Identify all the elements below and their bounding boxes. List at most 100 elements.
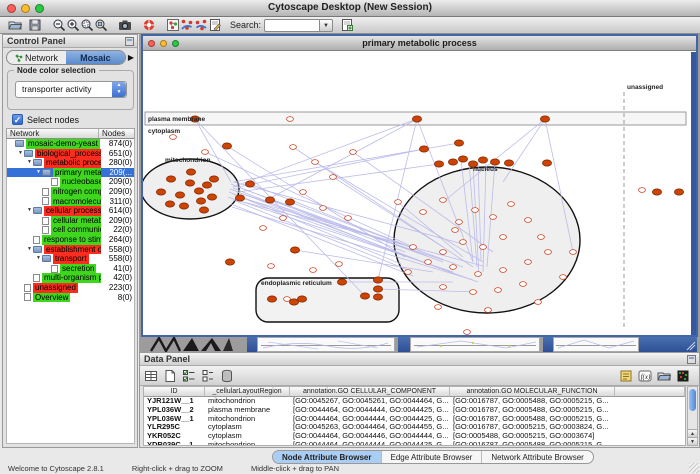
label-note-icon[interactable] — [619, 369, 633, 383]
status-bar: Welcome to Cytoscape 2.8.1 Right-click +… — [8, 464, 365, 473]
background-window-edge[interactable] — [543, 337, 553, 352]
tree-row[interactable]: ▼establishment of lo558(0) — [7, 245, 134, 255]
tree-row-label: cell communicat — [51, 225, 101, 235]
expander-icon[interactable]: ▼ — [35, 168, 42, 178]
column-header[interactable]: _cellularLayoutRegion — [205, 387, 290, 397]
tree-row[interactable]: mosaic-demo-yeast874(0) — [7, 139, 134, 149]
search-input[interactable] — [264, 19, 320, 32]
more-tabs-icon[interactable]: ▶ — [128, 53, 134, 62]
tree-row[interactable]: nucleobase-209(0) — [7, 177, 134, 187]
table-row[interactable]: YLR295Ccytoplasm[GO:0045263, GO:0044464,… — [144, 423, 685, 432]
expander-icon[interactable]: ▼ — [17, 149, 24, 159]
tree-row[interactable]: response to stimul264(0) — [7, 235, 134, 245]
zoom-fit-content-icon[interactable] — [94, 18, 108, 32]
table-cell: [GO:0016787, GO:0005215, GO:0003824, G..… — [450, 423, 615, 432]
expander-icon[interactable]: ▼ — [35, 254, 42, 264]
file-icon — [42, 217, 49, 225]
tab-network[interactable]: Network — [7, 51, 66, 64]
create-new-attribute-icon[interactable] — [163, 369, 177, 383]
app-titlebar[interactable]: Cytoscape Desktop (New Session) — [0, 0, 700, 17]
scrollbar-thumb[interactable] — [689, 389, 696, 411]
import-attributes-folder-icon[interactable] — [657, 369, 671, 383]
status-welcome: Welcome to Cytoscape 2.8.1 — [8, 464, 104, 473]
float-panel-icon[interactable] — [125, 37, 134, 46]
file-icon — [33, 236, 40, 244]
background-window-edge[interactable] — [639, 337, 697, 352]
svg-text:cytoplasm: cytoplasm — [148, 128, 180, 135]
background-window-fragment[interactable] — [257, 337, 395, 352]
expander-icon[interactable]: ▼ — [26, 245, 33, 255]
table-cell: [GO:0044464, GO:0044444, GO:0044425, G..… — [290, 441, 450, 446]
tree-row[interactable]: macromolecule311(0) — [7, 197, 134, 207]
expander-icon[interactable]: ▼ — [26, 206, 33, 216]
column-header[interactable]: ID — [144, 387, 205, 397]
select-nodes-checkbox[interactable]: ✓ — [12, 114, 23, 125]
table-row[interactable]: YJR121W__1mitochondrion[GO:0045267, GO:0… — [144, 397, 685, 406]
tree-row[interactable]: ▼transport558(0) — [7, 254, 134, 264]
tree-row-count: 209(... — [109, 168, 132, 178]
select-attributes-grid-icon[interactable] — [144, 369, 158, 383]
table-row[interactable]: YPL036W__2plasma membrane[GO:0044464, GO… — [144, 406, 685, 415]
network-view-window[interactable]: primary metabolic process plasma membran… — [141, 34, 698, 337]
tree-row[interactable]: ▼primary metabolic209(... — [7, 168, 134, 178]
network-overview-icon[interactable] — [166, 18, 180, 32]
svg-text:f(x): f(x) — [641, 373, 651, 381]
background-window-edge[interactable] — [247, 337, 257, 352]
attribute-checklist-icon[interactable] — [182, 369, 196, 383]
tab-edge-attribute-browser[interactable]: Edge Attribute Browser — [382, 451, 483, 463]
tree-row[interactable]: ▼cellular process614(0) — [7, 206, 134, 216]
tree-row-count: 223(0) — [109, 283, 132, 293]
attribute-batch-icon[interactable] — [201, 369, 215, 383]
zoom-in-icon[interactable] — [66, 18, 80, 32]
background-window-edge[interactable] — [398, 337, 410, 352]
tree-row[interactable]: secretion41(0) — [7, 264, 134, 274]
tree-row[interactable]: cell communicat22(0) — [7, 225, 134, 235]
tree-row[interactable]: ▼biological_process651(0) — [7, 149, 134, 159]
open-file-icon[interactable] — [8, 18, 22, 32]
column-header[interactable]: annotation.GO MOLECULAR_FUNCTION — [450, 387, 615, 397]
tab-network-attribute-browser[interactable]: Network Attribute Browser — [482, 451, 592, 463]
zoom-out-icon[interactable] — [52, 18, 66, 32]
background-window-fragment[interactable] — [410, 337, 540, 352]
tree-row[interactable]: unassigned223(0) — [7, 283, 134, 293]
network-canvas[interactable]: plasma membranecytoplasmmitochondrionnuc… — [143, 52, 696, 335]
snapshot-camera-icon[interactable] — [118, 18, 132, 32]
table-row[interactable]: YKR052Ccytoplasm[GO:0044464, GO:0044446,… — [144, 432, 685, 441]
show-all-nodes-icon[interactable] — [194, 18, 208, 32]
float-panel-icon[interactable] — [687, 355, 696, 364]
folder-icon — [33, 207, 42, 214]
save-session-icon[interactable] — [28, 18, 42, 32]
formula-fx-icon[interactable]: f(x) — [638, 369, 652, 383]
tab-mosaic[interactable]: Mosaic — [66, 51, 125, 64]
network-window-titlebar[interactable]: primary metabolic process — [143, 36, 696, 51]
scroll-up-icon[interactable]: ▲ — [688, 429, 697, 437]
import-network-icon[interactable] — [340, 18, 354, 32]
delete-attribute-icon[interactable] — [220, 369, 234, 383]
table-cell: [GO:0016787, GO:0005488, GO:0005215, G..… — [450, 441, 615, 446]
network-window-title: primary metabolic process — [143, 38, 696, 48]
help-lifering-icon[interactable] — [142, 18, 156, 32]
annotation-icon[interactable] — [208, 18, 222, 32]
hide-selected-nodes-icon[interactable] — [180, 18, 194, 32]
column-header[interactable]: annotation.GO CELLULAR_COMPONENT — [290, 387, 450, 397]
zoom-selected-region-icon[interactable] — [80, 18, 94, 32]
table-row[interactable]: YPL036W__1mitochondrion[GO:0044464, GO:0… — [144, 415, 685, 424]
resize-grip[interactable] — [689, 463, 699, 473]
expander-icon[interactable]: ▼ — [26, 158, 33, 168]
tab-node-attribute-browser[interactable]: Node Attribute Browser — [273, 451, 382, 463]
node-color-dropdown[interactable]: transporter activity ▲▼ — [15, 81, 127, 98]
tree-row[interactable]: nitrogen compo209(0) — [7, 187, 134, 197]
table-row[interactable]: YDR039C__1mitochondrion[GO:0044464, GO:0… — [144, 441, 685, 446]
tree-row[interactable]: cellular metabo209(0) — [7, 216, 134, 226]
tree-row[interactable]: multi-organism pro42(0) — [7, 273, 134, 283]
attribute-matrix-icon[interactable] — [676, 369, 690, 383]
tree-row[interactable]: Overview8(0) — [7, 293, 134, 303]
search-dropdown-icon[interactable]: ▼ — [320, 19, 333, 32]
file-icon — [42, 226, 49, 234]
table-scrollbar[interactable]: ▲ ▼ — [687, 386, 698, 446]
background-window-fragment[interactable] — [553, 337, 639, 352]
scroll-down-icon[interactable]: ▼ — [688, 437, 697, 445]
tree-row[interactable]: ▼metabolic process280(0) — [7, 158, 134, 168]
attribute-table[interactable]: ID_cellularLayoutRegionannotation.GO CEL… — [143, 386, 686, 446]
table-cell: [GO:0005488, GO:0005215, GO:0003674] — [450, 432, 615, 441]
